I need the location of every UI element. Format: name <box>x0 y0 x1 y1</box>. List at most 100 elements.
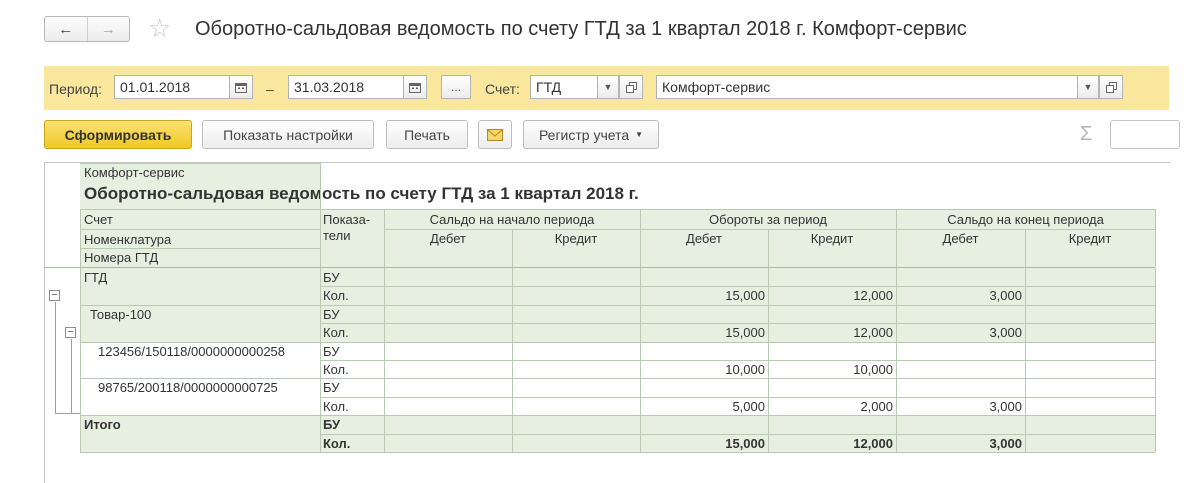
header-nomenclature: Номенклатура <box>84 232 172 247</box>
sum-field[interactable] <box>1110 120 1180 149</box>
header-credit: Кредит <box>554 231 598 246</box>
header-opening: Сальдо на начало периода <box>429 212 595 227</box>
register-button-label: Регистр учета <box>538 126 630 143</box>
row-value: 3,000 <box>989 325 1022 341</box>
grid-line <box>80 415 1155 417</box>
account-label: Счет: <box>485 81 520 97</box>
row-value: 15,000 <box>725 435 765 451</box>
header-credit: Кредит <box>810 231 854 246</box>
grid-line <box>512 229 513 267</box>
header-debit: Дебет <box>430 231 466 246</box>
row-indicator: Кол. <box>323 362 349 377</box>
register-button[interactable]: Регистр учета ▼ <box>523 120 659 149</box>
row-value: 12,000 <box>853 288 893 304</box>
row-value: 12,000 <box>853 325 893 341</box>
generate-button[interactable]: Сформировать <box>44 120 192 149</box>
organization-field[interactable]: Комфорт-сервис <box>656 75 1078 99</box>
header-closing: Сальдо на конец периода <box>947 212 1104 227</box>
row-indicator: Кол. <box>323 325 349 341</box>
row-indicator: БУ <box>323 270 340 285</box>
send-email-button[interactable] <box>478 120 512 149</box>
tree-line <box>71 413 80 414</box>
grid-line <box>1025 229 1026 267</box>
row-value: 12,000 <box>853 435 893 451</box>
grid-line <box>768 268 769 452</box>
header-account: Счет <box>84 212 113 227</box>
period-label: Период: <box>49 81 102 97</box>
row-value: 3,000 <box>989 435 1022 451</box>
collapse-icon[interactable]: − <box>49 290 60 301</box>
row-label: 123456/150118/0000000000258 <box>98 343 286 359</box>
show-settings-button[interactable]: Показать настройки <box>202 120 374 149</box>
tree-line <box>55 302 56 413</box>
row-value: 10,000 <box>725 362 765 377</box>
row-label: 98765/200118/0000000000725 <box>98 380 278 396</box>
header-gtd-numbers: Номера ГТД <box>84 250 159 265</box>
row-label: Итого <box>84 417 121 433</box>
organization-open-icon[interactable] <box>1099 75 1123 99</box>
print-button[interactable]: Печать <box>386 120 468 149</box>
envelope-icon <box>487 128 503 141</box>
row-value: 15,000 <box>725 325 765 341</box>
grid-line <box>80 268 81 452</box>
back-icon[interactable]: ← <box>45 17 87 41</box>
date-to-field[interactable]: 31.03.2018 <box>288 75 404 99</box>
date-from-field[interactable]: 01.01.2018 <box>114 75 230 99</box>
row-value: 5,000 <box>732 398 765 414</box>
calendar-to-icon[interactable] <box>403 75 427 99</box>
period-dash: – <box>266 81 274 97</box>
grid-line <box>896 268 897 452</box>
grid-line <box>80 452 1155 453</box>
sum-icon: Σ <box>1080 123 1093 145</box>
grid-line <box>80 209 81 267</box>
grid-line <box>768 229 769 267</box>
grid-line <box>384 209 385 267</box>
header-turnover: Обороты за период <box>709 212 827 227</box>
grid-line <box>896 209 897 267</box>
grid-line <box>1025 268 1026 452</box>
grid-line <box>80 229 320 230</box>
account-field[interactable]: ГТД <box>530 75 598 99</box>
grid-line <box>80 248 320 249</box>
grid-line <box>44 267 1155 268</box>
grid-line <box>320 268 321 452</box>
account-dropdown-icon[interactable]: ▼ <box>597 75 619 99</box>
header-debit: Дебет <box>942 231 979 246</box>
report-left-border <box>44 162 45 483</box>
page-title: Оборотно-сальдовая ведомость по счету ГТ… <box>195 18 967 40</box>
grid-line <box>640 209 641 267</box>
row-value: 10,000 <box>853 362 893 377</box>
grid-line <box>512 268 513 452</box>
row-indicator: Кол. <box>323 288 349 304</box>
navigation-buttons: ← → <box>44 16 130 42</box>
grid-line <box>384 229 1155 230</box>
collapse-icon[interactable]: − <box>65 327 76 338</box>
row-indicator: БУ <box>323 343 340 359</box>
period-select-button[interactable]: ... <box>441 75 471 99</box>
grid-line <box>80 209 1155 210</box>
header-debit: Дебет <box>686 231 722 246</box>
row-indicator: БУ <box>323 417 341 433</box>
row-label: ГТД <box>84 270 108 285</box>
row-value: 15,000 <box>725 288 765 304</box>
row-indicator: Кол. <box>323 398 349 414</box>
chevron-down-icon: ▼ <box>635 130 644 139</box>
grid-line <box>320 163 321 267</box>
favorite-star-icon[interactable]: ☆ <box>148 14 171 42</box>
report-organization: Комфорт-сервис <box>84 165 185 180</box>
header-indicators-2: тели <box>323 228 351 243</box>
grid-line <box>1155 209 1156 267</box>
row-label: Товар-100 <box>90 306 152 322</box>
report-title: Оборотно-сальдовая ведомость по счету ГТ… <box>84 184 639 203</box>
forward-icon[interactable]: → <box>86 17 130 41</box>
row-value: 3,000 <box>989 398 1022 414</box>
organization-dropdown-icon[interactable]: ▼ <box>1077 75 1099 99</box>
grid-line <box>384 268 385 452</box>
account-open-icon[interactable] <box>619 75 643 99</box>
row-indicator: БУ <box>323 380 340 396</box>
tree-line <box>71 339 72 413</box>
grid-line <box>80 304 1155 306</box>
grid-line <box>80 163 320 164</box>
calendar-from-icon[interactable] <box>229 75 253 99</box>
row-indicator: Кол. <box>323 435 351 451</box>
